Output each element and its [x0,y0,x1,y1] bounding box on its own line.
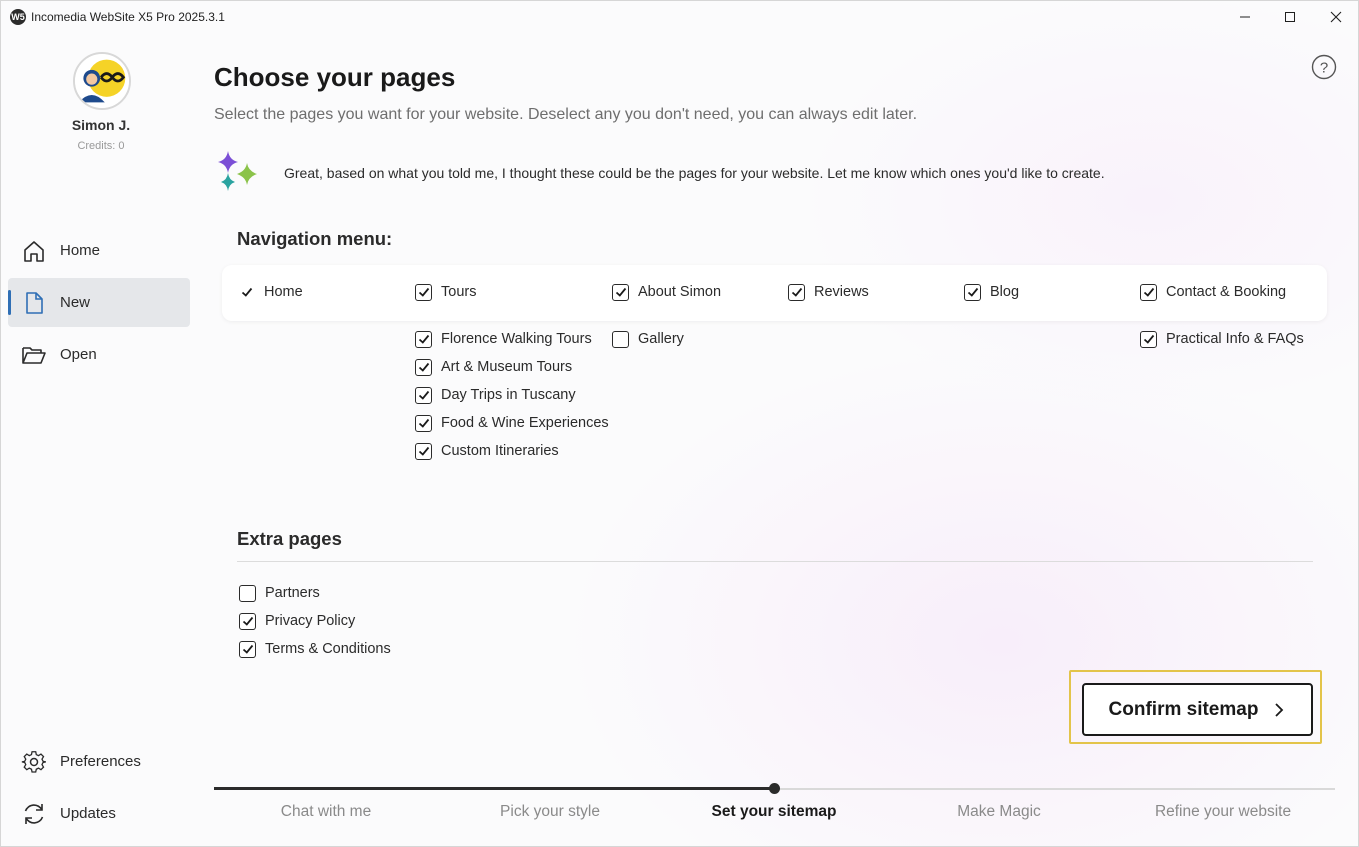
avatar[interactable] [73,52,131,110]
sidebar-item-new[interactable]: New [8,278,190,327]
checkbox-checked-icon [415,386,432,404]
page-checkbox-privacy-policy[interactable]: Privacy Policy [239,611,355,631]
gear-icon [21,751,46,773]
title-bar: W5 Incomedia WebSite X5 Pro 2025.3.1 [1,1,1358,33]
step-make-magic: Make Magic [957,803,1041,820]
checkbox-label: Art & Museum Tours [441,359,573,375]
refresh-icon [24,804,44,824]
checkbox-checked-icon [415,330,432,348]
checkbox-label: Day Trips in Tuscany [441,387,576,403]
page-checkbox-tours[interactable]: Tours [415,282,476,302]
step-refine-your-website: Refine your website [1154,803,1292,820]
checkbox-label: About Simon [638,284,722,300]
confirm-button-label: Confirm sitemap [1108,698,1259,720]
credits-label: Credits: 0 [77,140,125,152]
ai-sparkle-icon [218,151,257,191]
checkbox-label: Florence Walking Tours [441,331,592,347]
checkbox-checked-icon [415,442,432,460]
page-checkbox-home[interactable]: Home [238,282,303,302]
user-avatar-icon [75,54,129,108]
checkbox-checked-icon [612,283,629,301]
extra-pages-heading: Extra pages [237,528,342,549]
navigation-menu-heading: Navigation menu: [237,228,393,249]
checkbox-label: Food & Wine Experiences [441,415,609,431]
step-chat-with-me[interactable]: Chat with me [214,803,438,821]
sidebar-item-preferences[interactable]: Preferences [8,737,190,786]
checkbox-label: Home [264,284,303,300]
step-set-your-sitemap: Set your sitemap [711,803,837,820]
sidebar-item-home[interactable]: Home [8,226,190,275]
close-icon [1330,11,1342,23]
page-title: Choose your pages [214,62,456,92]
page-checkbox-terms-conditions[interactable]: Terms & Conditions [239,639,391,659]
progress-fill [214,787,775,790]
page-checkbox-gallery[interactable]: Gallery [612,329,684,349]
sidebar-item-open[interactable]: Open [8,330,190,379]
checkbox-checked-icon [415,414,432,432]
page-checkbox-day-trips-tuscany[interactable]: Day Trips in Tuscany [415,385,576,405]
maximize-icon [1285,12,1295,22]
new-document-icon [26,292,43,314]
page-checkbox-partners[interactable]: Partners [239,583,320,603]
checkbox-label: Custom Itineraries [441,443,559,459]
help-icon[interactable]: ? [1311,54,1337,80]
app-logo-icon: W5 [10,9,26,25]
checkbox-checked-icon [964,283,981,301]
minimize-icon [1240,16,1250,18]
page-checkbox-custom-itineraries[interactable]: Custom Itineraries [415,441,559,461]
checkbox-checked-icon [1140,283,1157,301]
checkbox-label: Contact & Booking [1166,284,1287,300]
folder-open-icon [22,347,46,364]
app-window: W5 Incomedia WebSite X5 Pro 2025.3.1 Sim… [0,0,1359,847]
sidebar-item-label: Updates [60,805,116,822]
checkbox-label: Privacy Policy [265,613,356,629]
checkbox-label: Reviews [814,284,869,300]
sidebar-item-label: Home [60,242,101,259]
progress-current-marker [769,783,780,794]
ai-message: Great, based on what you told me, I thou… [284,165,1105,181]
sidebar-item-label: New [60,294,91,311]
window-title: Incomedia WebSite X5 Pro 2025.3.1 [31,10,225,24]
page-checkbox-art-museum-tours[interactable]: Art & Museum Tours [415,357,572,377]
checkbox-label: Blog [990,284,1020,300]
maximize-button[interactable] [1267,1,1313,33]
chevron-right-icon [1275,702,1284,717]
page-subtitle: Select the pages you want for your websi… [214,106,918,123]
checkbox-checked-icon [415,283,432,301]
confirm-sitemap-button[interactable]: Confirm sitemap [1082,683,1313,736]
page-checkbox-food-wine-experiences[interactable]: Food & Wine Experiences [415,413,609,433]
checkbox-checked-icon [1140,330,1157,348]
checkbox-unchecked-icon [239,584,256,602]
page-checkbox-about-simon[interactable]: About Simon [612,282,721,302]
checkbox-checked-icon [239,612,256,630]
checkbox-unchecked-icon [612,330,629,348]
checkbox-label: Tours [441,284,477,300]
checkbox-label: Practical Info & FAQs [1166,331,1304,347]
checkbox-checked-icon [239,640,256,658]
checkbox-label: Partners [265,585,320,601]
section-divider [237,561,1313,562]
sidebar-item-updates[interactable]: Updates [8,789,190,838]
page-checkbox-florence-walking-tours[interactable]: Florence Walking Tours [415,329,592,349]
close-button[interactable] [1313,1,1359,33]
page-checkbox-practical-info-faqs[interactable]: Practical Info & FAQs [1140,329,1304,349]
checkmark-icon [238,284,255,301]
page-checkbox-blog[interactable]: Blog [964,282,1019,302]
checkbox-checked-icon [415,358,432,376]
minimize-button[interactable] [1222,1,1268,33]
page-checkbox-contact-booking[interactable]: Contact & Booking [1140,282,1286,302]
checkbox-label: Terms & Conditions [265,641,391,657]
step-pick-your-style[interactable]: Pick your style [438,803,662,821]
sidebar-item-label: Preferences [60,753,141,770]
page-checkbox-reviews[interactable]: Reviews [788,282,869,302]
sidebar-item-label: Open [60,346,97,363]
checkbox-checked-icon [788,283,805,301]
user-name: Simon J. [71,117,131,133]
svg-text:?: ? [1320,60,1328,77]
home-icon [24,241,44,262]
checkbox-label: Gallery [638,331,684,347]
